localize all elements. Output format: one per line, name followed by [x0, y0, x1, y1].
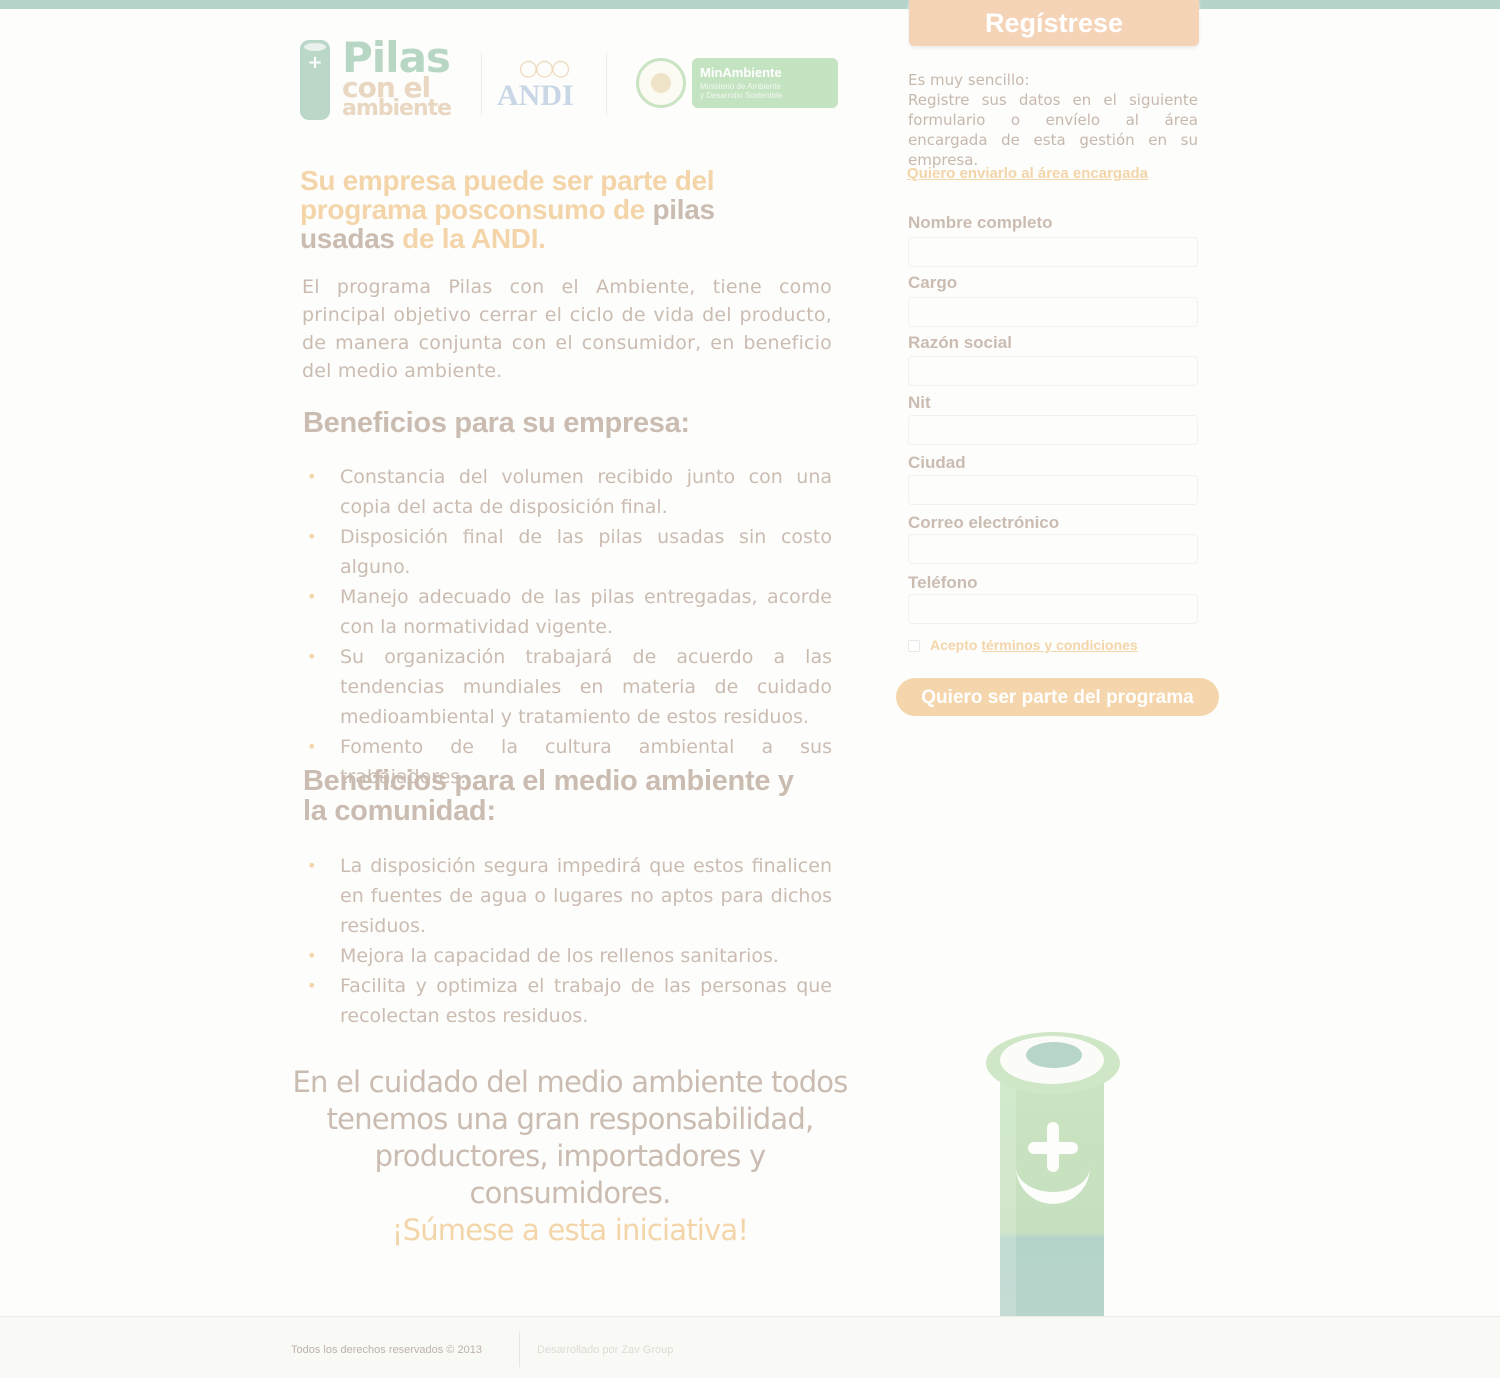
- bullet-dot-icon: •: [307, 976, 317, 995]
- email-label: Correo electrónico: [908, 513, 1060, 532]
- terms-label: Acepto términos y condiciones: [930, 636, 1138, 654]
- terms-checkbox[interactable]: [908, 640, 920, 652]
- list-item: • Mejora la capacidad de los rellenos san…: [303, 941, 832, 971]
- pilas-con-el-ambiente-logo[interactable]: + Pilas con el ambiente: [298, 36, 463, 124]
- list-item: • La disposición segura impedirá que esto…: [303, 851, 832, 941]
- company-benefits-title: Beneficios para su empresa:: [303, 407, 690, 439]
- list-item-text: Facilita y optimiza el trabajo de las pe…: [340, 975, 832, 1027]
- page-headline: Su empresa puede ser parte del programa …: [300, 166, 770, 253]
- top-accent-bar: [0, 0, 1500, 9]
- bullet-dot-icon: •: [307, 737, 317, 756]
- bullet-dot-icon: •: [307, 467, 317, 486]
- nit-field[interactable]: [908, 415, 1198, 445]
- register-tab-label: Regístrese: [984, 8, 1124, 38]
- ciudad-label: Ciudad: [908, 453, 966, 472]
- list-item: • Disposición final de las pilas usadas s…: [303, 522, 832, 582]
- terms-prefix: Acepto: [930, 637, 982, 653]
- register-description: Es muy sencillo: Registre sus datos en e…: [908, 70, 1198, 170]
- logo-divider: [606, 52, 607, 116]
- closing-cta: ¡Súmese a esta iniciativa!: [391, 1213, 749, 1247]
- company-benefits-list: • Constancia del volumen recibido junto c…: [303, 462, 832, 792]
- list-item-text: La disposición segura impedirá que estos…: [340, 855, 832, 937]
- cargo-field[interactable]: [908, 297, 1198, 327]
- telefono-label: Teléfono: [908, 573, 978, 592]
- minambiente-title: MinAmbiente: [700, 65, 782, 80]
- copyright-text: Todos los derechos reservados © 2013: [291, 1344, 482, 1356]
- andi-logo[interactable]: ○○○ ANDI: [497, 56, 589, 114]
- nombre-label: Nombre completo: [908, 213, 1053, 232]
- razon-social-field[interactable]: [908, 356, 1198, 386]
- logo-divider: [481, 52, 482, 116]
- register-desc-body: Registre sus datos en el siguiente formu…: [908, 91, 1198, 169]
- list-item-text: Mejora la capacidad de los rellenos sani…: [340, 945, 779, 967]
- list-item: • Constancia del volumen recibido junto c…: [303, 462, 832, 522]
- developer-credit[interactable]: Desarrollado por Zav Group: [537, 1343, 673, 1357]
- bullet-dot-icon: •: [307, 647, 317, 666]
- bullet-dot-icon: •: [307, 587, 317, 606]
- headline-part-3: de la ANDI.: [394, 223, 546, 254]
- list-item-text: Manejo adecuado de las pilas entregadas,…: [340, 586, 832, 638]
- bullet-dot-icon: •: [307, 856, 317, 875]
- footer: Todos los derechos reservados © 2013 Des…: [0, 1316, 1500, 1378]
- bullet-dot-icon: •: [307, 946, 317, 965]
- submit-button[interactable]: Quiero ser parte del programa: [896, 678, 1219, 716]
- list-item-text: Su organización trabajará de acuerdo a l…: [340, 646, 832, 728]
- razon-social-label: Razón social: [908, 333, 1012, 352]
- minambiente-subtitle: Ministerio de Ambiente: [700, 82, 781, 91]
- nit-label: Nit: [908, 393, 931, 412]
- battery-logo-icon: +: [300, 40, 330, 120]
- nombre-field[interactable]: [908, 237, 1198, 267]
- closing-text: En el cuidado del medio ambiente todos t…: [292, 1065, 848, 1210]
- closing-message: En el cuidado del medio ambiente todos t…: [287, 1064, 853, 1249]
- minambiente-subtitle-2: y Desarrollo Sostenible: [700, 91, 783, 100]
- register-desc-line1: Es muy sencillo:: [908, 71, 1030, 89]
- logo-word-ambiente: ambiente: [342, 96, 452, 121]
- list-item: • Manejo adecuado de las pilas entregadas…: [303, 582, 832, 642]
- environment-benefits-title: Beneficios para el medio ambiente y la c…: [303, 765, 794, 827]
- list-item: • Facilita y optimiza el trabajo de las p…: [303, 971, 832, 1031]
- email-field[interactable]: [908, 534, 1198, 564]
- ciudad-field[interactable]: [908, 475, 1198, 505]
- list-item-text: Constancia del volumen recibido junto co…: [340, 466, 832, 518]
- register-tab[interactable]: Regístrese: [909, 0, 1199, 46]
- send-to-department-link[interactable]: Quiero enviarlo al área encargada: [907, 164, 1148, 184]
- cargo-label: Cargo: [908, 273, 958, 292]
- terms-link[interactable]: términos y condiciones: [981, 637, 1137, 653]
- andi-logo-text: ANDI: [497, 79, 574, 112]
- bullet-dot-icon: •: [307, 527, 317, 546]
- minambiente-logo[interactable]: MinAmbiente Ministerio de Ambiente y Des…: [636, 58, 838, 110]
- telefono-field[interactable]: [908, 594, 1198, 624]
- colombia-seal-icon: [636, 58, 686, 108]
- list-item: • Su organización trabajará de acuerdo a …: [303, 642, 832, 732]
- footer-divider: [519, 1331, 520, 1367]
- minambiente-badge: MinAmbiente Ministerio de Ambiente y Des…: [692, 58, 838, 108]
- list-item-text: Disposición final de las pilas usadas si…: [340, 526, 832, 578]
- environment-benefits-list: • La disposición segura impedirá que esto…: [303, 851, 832, 1031]
- intro-paragraph: El programa Pilas con el Ambiente, tiene…: [302, 276, 832, 382]
